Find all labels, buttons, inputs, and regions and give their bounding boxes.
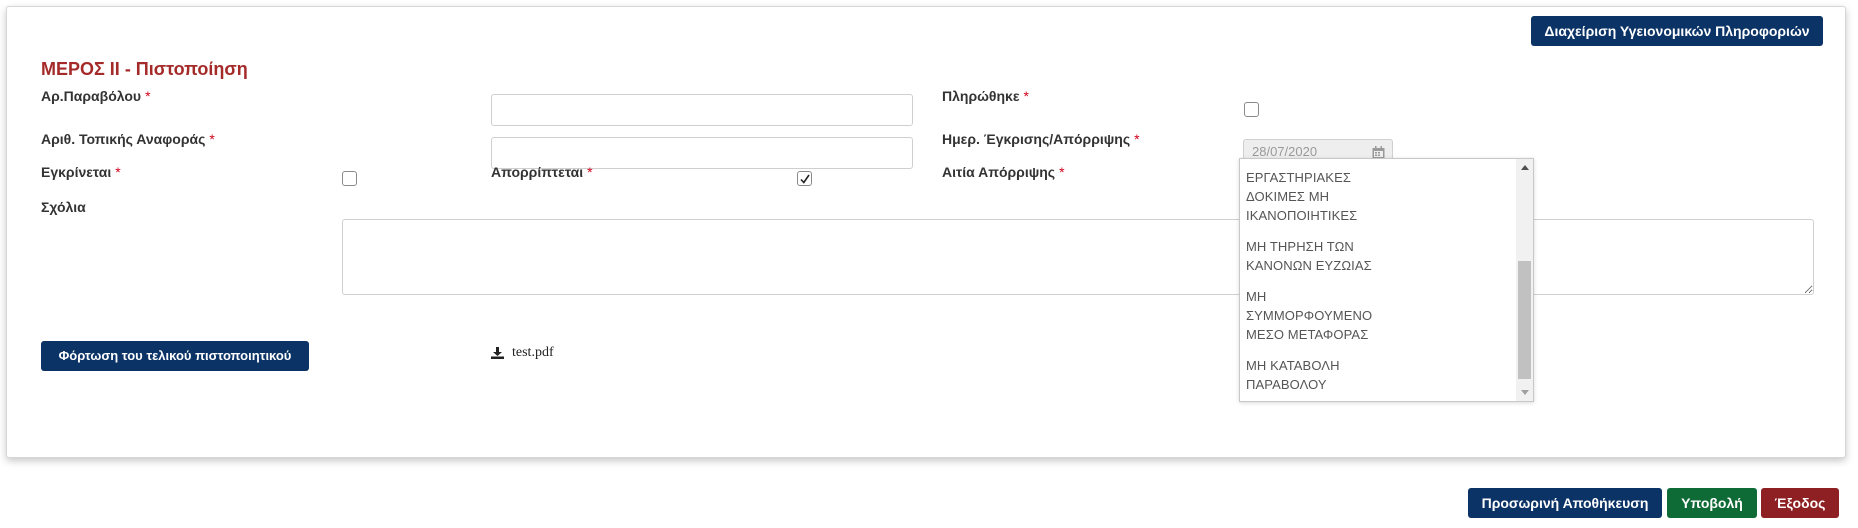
- fee-number-label-text: Αρ.Παραβόλου: [41, 88, 142, 104]
- rejected-label-text: Απορρίπτεται: [491, 164, 584, 180]
- health-info-management-button[interactable]: Διαχείριση Υγειονομικών Πληροφοριών: [1531, 16, 1823, 46]
- rejection-reason-option[interactable]: ΜΗ ΤΗΡΗΣΗ ΤΩΝ ΚΑΝΟΝΩΝ ΕΥΖΩΙΑΣ: [1246, 237, 1396, 275]
- rejected-checkbox[interactable]: [797, 171, 812, 186]
- certification-panel: Διαχείριση Υγειονομικών Πληροφοριών ΜΕΡΟ…: [6, 6, 1846, 458]
- required-mark: *: [1059, 164, 1065, 180]
- paid-label: Πληρώθηκε *: [942, 88, 1029, 104]
- approved-label-text: Εγκρίνεται: [41, 164, 112, 180]
- paid-checkbox[interactable]: [1244, 102, 1259, 117]
- rejection-reason-listbox[interactable]: ΕΡΓΑΣΤΗΡΙΑΚΕΣ ΔΟΚΙΜΕΣ ΜΗ ΙΚΑΝΟΠΟΙΗΤΙΚΕΣ …: [1239, 158, 1534, 402]
- checkmark-icon: [799, 174, 810, 184]
- required-mark: *: [145, 88, 151, 104]
- required-mark: *: [115, 164, 121, 180]
- local-ref-label-text: Αριθ. Τοπικής Αναφοράς: [41, 131, 206, 147]
- decision-date-value: 28/07/2020: [1252, 144, 1318, 159]
- uploaded-file-link[interactable]: test.pdf: [491, 345, 554, 361]
- decision-date-label-text: Ημερ. Έγκρισης/Απόρριψης: [942, 131, 1131, 147]
- rejected-label: Απορρίπτεται *: [491, 164, 593, 180]
- paid-label-text: Πληρώθηκε: [942, 88, 1020, 104]
- uploaded-file-name: test.pdf: [512, 345, 554, 360]
- rejection-reason-option[interactable]: ΜΗ ΚΑΤΑΒΟΛΗ ΠΑΡΑΒΟΛΟΥ: [1246, 356, 1396, 394]
- comments-textarea[interactable]: [342, 219, 1814, 295]
- approved-label: Εγκρίνεται *: [41, 164, 121, 180]
- section-title: ΜΕΡΟΣ ΙΙ - Πιστοποίηση: [41, 59, 248, 79]
- required-mark: *: [209, 131, 215, 147]
- submit-button[interactable]: Υποβολή: [1667, 488, 1757, 518]
- local-ref-label: Αριθ. Τοπικής Αναφοράς *: [41, 131, 215, 147]
- rejection-reason-label-text: Αιτία Απόρριψης: [942, 164, 1056, 180]
- rejection-reason-option[interactable]: ΕΡΓΑΣΤΗΡΙΑΚΕΣ ΔΟΚΙΜΕΣ ΜΗ ΙΚΑΝΟΠΟΙΗΤΙΚΕΣ: [1246, 168, 1396, 225]
- download-icon: [491, 347, 504, 359]
- required-mark: *: [1023, 88, 1029, 104]
- upload-certificate-button[interactable]: Φόρτωση του τελικού πιστοποιητικού: [41, 341, 309, 371]
- comments-label: Σχόλια: [41, 199, 86, 215]
- rejection-reason-option[interactable]: ΜΗ ΣΥΜΜΟΡΦΟΥΜΕΝΟ ΜΕΣΟ ΜΕΤΑΦΟΡΑΣ: [1246, 287, 1396, 344]
- decision-date-label: Ημερ. Έγκρισης/Απόρριψης *: [942, 131, 1140, 147]
- scroll-down-arrow-icon[interactable]: [1516, 384, 1533, 401]
- rejection-reason-label: Αιτία Απόρριψης *: [942, 164, 1065, 180]
- exit-button[interactable]: Έξοδος: [1761, 488, 1839, 518]
- required-mark: *: [587, 164, 593, 180]
- scroll-up-arrow-icon[interactable]: [1516, 159, 1533, 176]
- fee-number-input[interactable]: [491, 94, 913, 126]
- approved-checkbox[interactable]: [342, 171, 357, 186]
- required-mark: *: [1134, 131, 1140, 147]
- scrollbar-thumb[interactable]: [1518, 261, 1531, 379]
- rejection-reason-options: ΕΡΓΑΣΤΗΡΙΑΚΕΣ ΔΟΚΙΜΕΣ ΜΗ ΙΚΑΝΟΠΟΙΗΤΙΚΕΣ …: [1240, 159, 1515, 401]
- fee-number-label: Αρ.Παραβόλου *: [41, 88, 151, 104]
- listbox-scrollbar[interactable]: [1516, 159, 1533, 401]
- save-draft-button[interactable]: Προσωρινή Αποθήκευση: [1468, 488, 1662, 518]
